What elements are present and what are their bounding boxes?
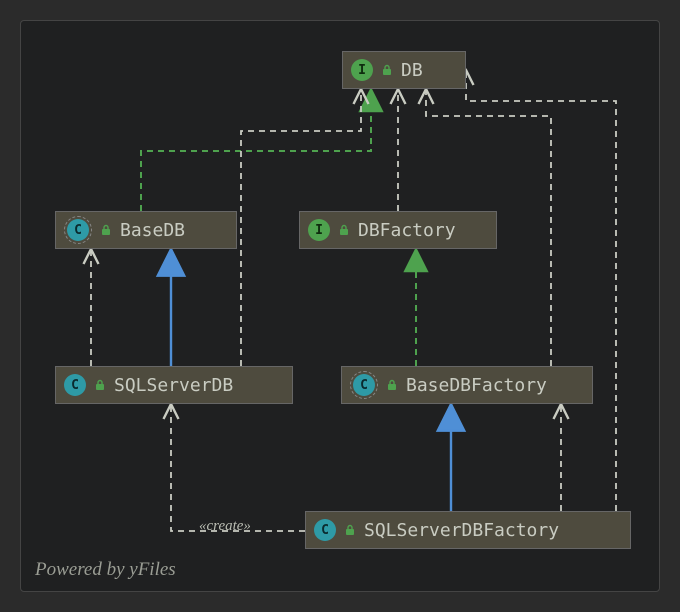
node-label: BaseDB — [120, 220, 185, 241]
node-label: SQLServerDB — [114, 375, 233, 396]
node-label: BaseDBFactory — [406, 375, 547, 396]
lock-icon — [94, 379, 106, 391]
class-badge-icon: C — [314, 519, 336, 541]
node-dbfactory[interactable]: I DBFactory — [299, 211, 497, 249]
abstract-ring-icon: C — [350, 371, 378, 399]
node-basedb[interactable]: C BaseDB — [55, 211, 237, 249]
node-sqlserverdb[interactable]: C SQLServerDB — [55, 366, 293, 404]
lock-icon — [338, 224, 350, 236]
lock-icon — [381, 64, 393, 76]
edge-basedb-db-implements — [141, 89, 371, 211]
abstract-ring-icon: C — [64, 216, 92, 244]
node-label: DB — [401, 60, 423, 81]
class-badge-icon: C — [353, 374, 375, 396]
class-badge-icon: C — [67, 219, 89, 241]
lock-icon — [344, 524, 356, 536]
interface-badge-icon: I — [351, 59, 373, 81]
class-badge-icon: C — [64, 374, 86, 396]
lock-icon — [386, 379, 398, 391]
interface-badge-icon: I — [308, 219, 330, 241]
node-db[interactable]: I DB — [342, 51, 466, 89]
diagram-canvas: I DB C BaseDB I DBFactory C SQLServerDB C BaseDBF… — [20, 20, 660, 592]
lock-icon — [100, 224, 112, 236]
edges-layer — [21, 21, 661, 593]
node-label: SQLServerDBFactory — [364, 520, 559, 541]
edge-sqlsrvfactory-sqlserverdb-dependency — [171, 404, 305, 531]
node-label: DBFactory — [358, 220, 456, 241]
edge-label-create: «create» — [199, 518, 251, 535]
edge-sqlsrvfactory-db-dependency — [466, 70, 616, 511]
diagram-footer: Powered by yFiles — [35, 559, 176, 581]
node-basedbfactory[interactable]: C BaseDBFactory — [341, 366, 593, 404]
node-sqlsrvfactory[interactable]: C SQLServerDBFactory — [305, 511, 631, 549]
